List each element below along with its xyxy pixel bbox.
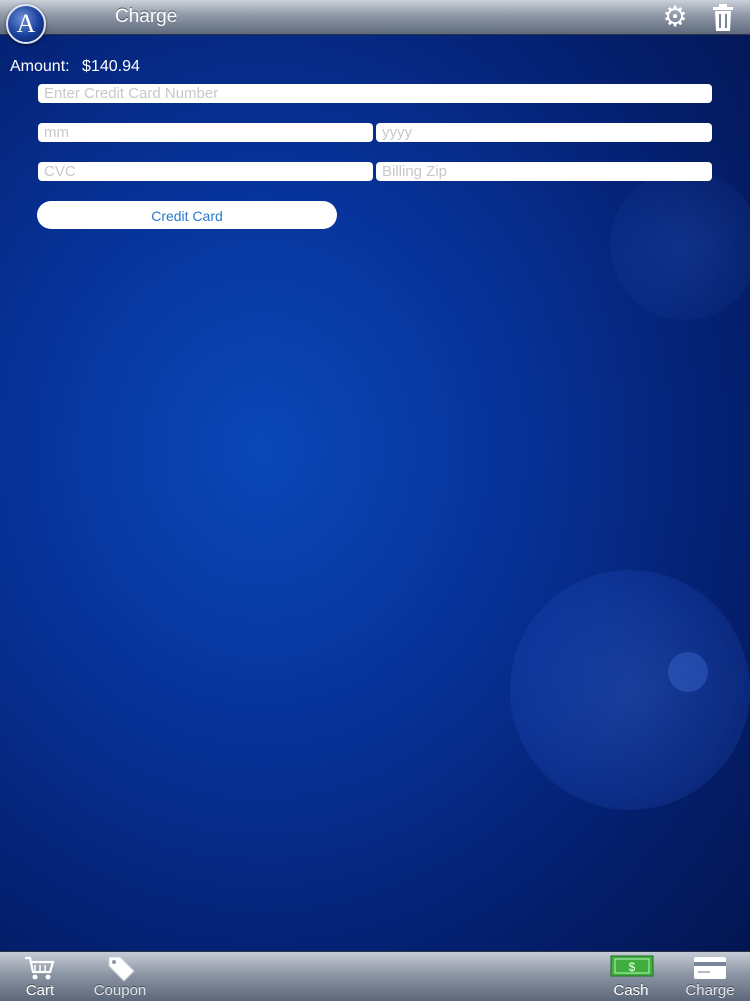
background-orb-large (510, 570, 750, 810)
page-title: Charge (115, 6, 178, 27)
tab-cash[interactable]: $ Cash (600, 952, 662, 1001)
credit-card-icon (694, 957, 726, 979)
tab-cart-label: Cart (25, 982, 55, 999)
background-orb-top (610, 170, 750, 320)
tab-cart[interactable]: Cart (10, 952, 70, 1001)
amount-label: Amount: (10, 58, 70, 75)
svg-text:$: $ (629, 960, 636, 974)
card-number-input[interactable] (38, 84, 712, 103)
header-bar: A Charge ⚙ (0, 0, 750, 44)
background-orb-small (668, 652, 708, 692)
amount-value: $140.94 (82, 58, 140, 75)
credit-card-button[interactable]: Credit Card (37, 201, 337, 229)
tab-cash-label: Cash (613, 982, 649, 999)
tab-coupon[interactable]: Coupon (88, 952, 152, 1001)
cash-icon: $ (610, 955, 654, 977)
tag-icon (108, 956, 135, 982)
billing-zip-input[interactable] (376, 162, 712, 181)
tab-bar: Cart Coupon $ Cash Charge (0, 951, 750, 1001)
tab-charge-label: Charge (685, 982, 735, 999)
expiry-month-input[interactable] (38, 123, 373, 142)
trash-icon[interactable] (710, 4, 736, 32)
amount-row: Amount: $140.94 (10, 58, 140, 76)
tab-coupon-label: Coupon (93, 982, 147, 999)
cart-icon (25, 956, 55, 980)
tab-charge[interactable]: Charge (678, 952, 742, 1001)
expiry-year-input[interactable] (376, 123, 712, 142)
cvc-input[interactable] (38, 162, 373, 181)
gear-icon[interactable]: ⚙ (660, 3, 690, 33)
app-logo[interactable]: A (6, 4, 46, 44)
